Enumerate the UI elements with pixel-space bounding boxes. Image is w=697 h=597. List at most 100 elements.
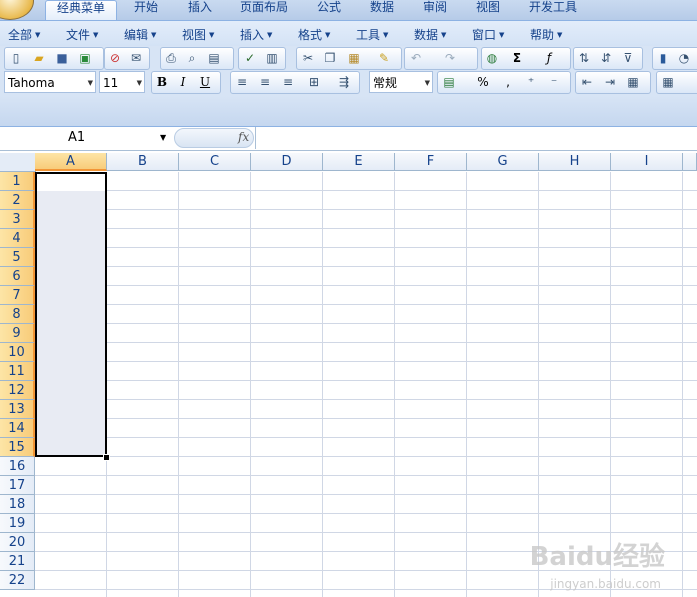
print-icon[interactable]: ⎙ [164, 51, 178, 65]
number-format-combo[interactable]: 常规 ▼ [369, 71, 433, 93]
sort-descending-icon[interactable]: ⇵ [599, 51, 613, 65]
menu-format[interactable]: 格式 ▼ [298, 26, 330, 43]
shapes-icon[interactable]: ◔ [677, 51, 691, 65]
currency-icon[interactable]: ▤ [442, 75, 456, 89]
formula-input[interactable] [255, 127, 697, 149]
filter-icon[interactable]: ⊽ [621, 51, 635, 65]
menu-file[interactable]: 文件 ▼ [66, 26, 98, 43]
font-name-combo[interactable]: Tahoma ▼ [4, 71, 96, 93]
save-as-icon[interactable]: ▣ [78, 51, 92, 65]
align-right-icon[interactable]: ≡ [281, 75, 295, 89]
percent-icon[interactable]: % [476, 75, 490, 89]
comma-style-icon[interactable]: , [501, 75, 515, 89]
tab-review[interactable]: 审阅 [415, 0, 455, 20]
selected-range[interactable] [35, 172, 107, 457]
undo-icon[interactable]: ↶ [409, 51, 423, 65]
open-folder-icon[interactable]: ▰ [32, 51, 46, 65]
column-header-a[interactable]: A [35, 153, 107, 171]
row-header-22[interactable]: 22 [0, 571, 35, 590]
row-header-18[interactable]: 18 [0, 495, 35, 514]
new-file-icon[interactable]: ▯ [9, 51, 23, 65]
menu-help[interactable]: 帮助 ▼ [530, 26, 562, 43]
row-header-7[interactable]: 7 [0, 286, 35, 305]
paste-icon[interactable]: ▦ [347, 51, 361, 65]
merge-center-icon[interactable]: ⊞ [307, 75, 321, 89]
decrease-decimal-icon[interactable]: ⁻ [547, 75, 561, 89]
hyperlink-icon[interactable]: ◍ [485, 51, 499, 65]
increase-indent-icon[interactable]: ⇥ [603, 75, 617, 89]
menu-insert[interactable]: 插入 ▼ [240, 26, 272, 43]
select-all-corner[interactable] [0, 153, 36, 172]
row-header-16[interactable]: 16 [0, 457, 35, 476]
row-header-2[interactable]: 2 [0, 191, 35, 210]
tab-formulas[interactable]: 公式 [309, 0, 349, 20]
italic-icon[interactable]: I [176, 75, 190, 89]
borders-icon[interactable]: ▦ [661, 75, 675, 89]
menu-all[interactable]: 全部 ▼ [8, 26, 40, 43]
active-cell[interactable] [37, 174, 105, 191]
cell-grid[interactable] [35, 172, 697, 597]
chart-icon[interactable]: ▮ [656, 51, 670, 65]
column-header-h[interactable]: H [539, 153, 611, 171]
row-header-5[interactable]: 5 [0, 248, 35, 267]
menu-tools[interactable]: 工具 ▼ [356, 26, 388, 43]
spelling-icon[interactable]: ✓ [243, 51, 257, 65]
column-header-g[interactable]: G [467, 153, 539, 171]
row-header-10[interactable]: 10 [0, 343, 35, 362]
menu-edit[interactable]: 编辑 ▼ [124, 26, 156, 43]
tab-developer[interactable]: 开发工具 [523, 0, 583, 20]
row-header-13[interactable]: 13 [0, 400, 35, 419]
insert-function-icon[interactable]: ƒ [542, 51, 556, 65]
column-header-b[interactable]: B [107, 153, 179, 171]
align-center-icon[interactable]: ≡ [258, 75, 272, 89]
row-header-6[interactable]: 6 [0, 267, 35, 286]
name-box-dropdown-icon[interactable]: ▼ [160, 128, 166, 148]
row-header-9[interactable]: 9 [0, 324, 35, 343]
row-header-8[interactable]: 8 [0, 305, 35, 324]
save-icon[interactable]: ■ [55, 51, 69, 65]
tab-insert[interactable]: 插入 [180, 0, 220, 20]
tab-page-layout[interactable]: 页面布局 [233, 0, 295, 20]
underline-icon[interactable]: U [198, 75, 212, 89]
insert-function-fx-icon[interactable]: fx [238, 130, 249, 144]
decrease-indent-icon[interactable]: ⇤ [580, 75, 594, 89]
increase-decimal-icon[interactable]: ⁺ [524, 75, 538, 89]
redo-icon[interactable]: ↷ [443, 51, 457, 65]
font-size-combo[interactable]: 11 ▼ [99, 71, 145, 93]
tab-classic-menu[interactable]: 经典菜单 [45, 0, 117, 21]
copy-icon[interactable]: ❐ [323, 51, 337, 65]
office-button[interactable] [0, 0, 34, 20]
column-header-c[interactable]: C [179, 153, 251, 171]
fill-handle[interactable] [103, 454, 110, 461]
row-header-21[interactable]: 21 [0, 552, 35, 571]
column-header-d[interactable]: D [251, 153, 323, 171]
name-box[interactable]: A1 ▼ [0, 128, 174, 148]
bold-icon[interactable]: B [155, 75, 169, 89]
menu-view[interactable]: 视图 ▼ [182, 26, 214, 43]
email-icon[interactable]: ✉ [129, 51, 143, 65]
tab-data[interactable]: 数据 [362, 0, 402, 20]
tab-home[interactable]: 开始 [126, 0, 166, 20]
autosum-icon[interactable]: Σ [510, 51, 524, 65]
row-header-1[interactable]: 1 [0, 172, 35, 191]
column-header-i[interactable]: I [611, 153, 683, 171]
row-header-19[interactable]: 19 [0, 514, 35, 533]
row-header-15[interactable]: 15 [0, 438, 35, 457]
align-left-icon[interactable]: ≡ [235, 75, 249, 89]
print-preview-icon[interactable]: ⌕ [185, 51, 199, 65]
format-painter-icon[interactable]: ✎ [377, 51, 391, 65]
tab-view[interactable]: 视图 [468, 0, 508, 20]
row-header-12[interactable]: 12 [0, 381, 35, 400]
column-header-f[interactable]: F [395, 153, 467, 171]
menu-data[interactable]: 数据 ▼ [414, 26, 446, 43]
format-table-icon[interactable]: ▦ [626, 75, 640, 89]
sort-ascending-icon[interactable]: ⇅ [577, 51, 591, 65]
column-header-e[interactable]: E [323, 153, 395, 171]
permission-icon[interactable]: ⊘ [108, 51, 122, 65]
row-header-17[interactable]: 17 [0, 476, 35, 495]
row-header-14[interactable]: 14 [0, 419, 35, 438]
row-header-4[interactable]: 4 [0, 229, 35, 248]
row-header-20[interactable]: 20 [0, 533, 35, 552]
row-header-11[interactable]: 11 [0, 362, 35, 381]
row-header-3[interactable]: 3 [0, 210, 35, 229]
